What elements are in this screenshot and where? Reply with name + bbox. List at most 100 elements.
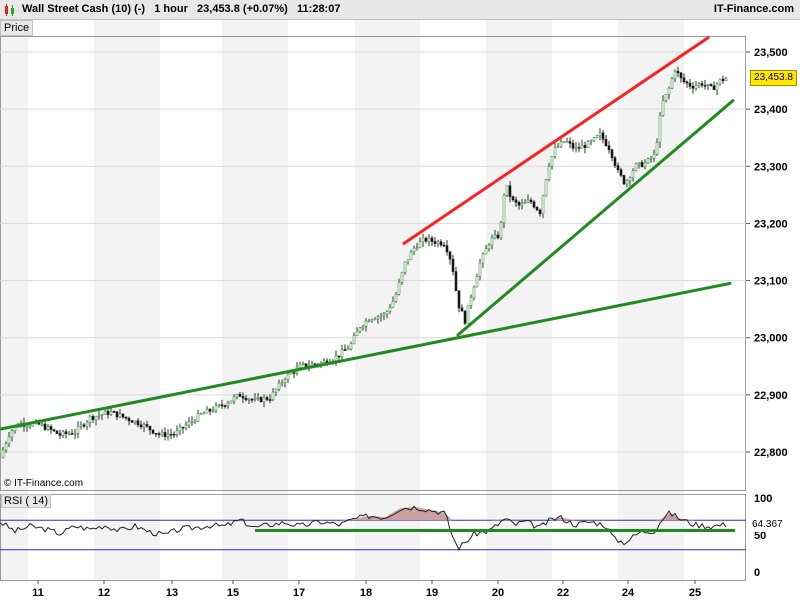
candle-up <box>634 163 638 171</box>
price-tick-label: 22,900 <box>754 390 788 402</box>
candle-down <box>709 84 713 87</box>
time-tick-label: 19 <box>426 587 438 599</box>
candle-up <box>352 335 356 344</box>
candle-down <box>163 432 167 437</box>
candle-down <box>64 431 68 435</box>
candle-up <box>625 180 629 185</box>
candle-up <box>580 145 584 149</box>
candle-down <box>130 420 134 423</box>
candle-down <box>529 199 533 203</box>
brand-label[interactable]: IT-Finance.com <box>714 3 794 15</box>
day-band <box>355 20 420 580</box>
candle-down <box>244 397 248 401</box>
candle-down <box>700 83 704 86</box>
rsi-tick-label: 100 <box>754 493 772 505</box>
candle-down <box>703 85 707 87</box>
time-tick-label: 25 <box>689 587 701 599</box>
candle-down <box>679 72 683 79</box>
candle-down <box>58 433 62 436</box>
candle-up <box>649 157 653 160</box>
candle-down <box>454 271 458 291</box>
candle-up <box>1 449 5 459</box>
candle-up <box>541 195 545 215</box>
candle-down <box>571 142 575 149</box>
candle-up <box>595 135 599 138</box>
candle-down <box>622 175 626 185</box>
candle-up <box>73 433 77 435</box>
candle-up <box>232 396 236 402</box>
candle-down <box>292 372 296 374</box>
candle-up <box>256 397 260 399</box>
candle-up <box>556 146 560 148</box>
candle-up <box>544 179 548 197</box>
candle-down <box>52 429 56 432</box>
candle-down <box>568 141 572 144</box>
candle-down <box>145 424 149 427</box>
candle-up <box>421 237 425 243</box>
candle-up <box>361 325 365 329</box>
day-band <box>94 20 160 580</box>
candle-down <box>115 411 119 418</box>
candle-up <box>4 443 8 451</box>
candle-down <box>442 244 446 247</box>
candle-up <box>481 253 485 264</box>
candle-up <box>370 319 374 322</box>
candle-up <box>202 412 206 415</box>
candle-up <box>133 420 137 423</box>
candle-up <box>484 248 488 255</box>
candle-down <box>532 201 536 208</box>
candle-down <box>508 185 512 198</box>
candle-up <box>547 165 551 180</box>
candle-up <box>190 420 194 423</box>
candle-up <box>262 397 266 403</box>
time-axis: 11 12 13 15 17 18 19 20 22 24 25 <box>32 580 701 599</box>
candle-up <box>358 327 362 332</box>
candle-up <box>670 78 674 89</box>
candle-up <box>355 330 359 337</box>
candle-down <box>430 237 434 242</box>
candle-up <box>385 311 389 315</box>
candle-up <box>409 251 413 260</box>
candle-up <box>427 237 431 242</box>
candle-up <box>175 430 179 435</box>
candle-down <box>139 424 143 428</box>
candle-down <box>424 237 428 242</box>
time-tick-label: 12 <box>98 587 110 599</box>
candle-down <box>511 196 515 201</box>
candle-up <box>526 199 530 203</box>
price-tick-label: 23,200 <box>754 218 788 230</box>
candle-down <box>538 209 542 215</box>
candle-down <box>583 145 587 148</box>
candle-up <box>598 132 602 137</box>
price-tick-label: 23,100 <box>754 276 788 288</box>
candle-down <box>220 404 224 407</box>
candle-down <box>685 81 689 84</box>
candle-up <box>178 426 182 431</box>
candle-up <box>322 360 326 363</box>
candle-down <box>55 430 59 434</box>
candle-down <box>172 433 176 436</box>
candle-up <box>397 282 401 295</box>
candle-up <box>487 244 491 250</box>
candle-up <box>559 141 563 147</box>
candle-up <box>706 84 710 86</box>
candle-down <box>91 416 95 420</box>
candle-up <box>673 70 677 79</box>
candle-down <box>439 241 443 246</box>
day-band <box>486 20 552 580</box>
candle-down <box>601 132 605 140</box>
candle-down <box>577 147 581 149</box>
candlestick-icon <box>5 4 14 16</box>
candle-down <box>238 393 242 397</box>
candle-down <box>616 165 620 171</box>
candle-up <box>88 416 92 423</box>
time-tick-label: 22 <box>557 587 569 599</box>
candle-up <box>103 410 107 415</box>
time-tick-label: 15 <box>227 587 239 599</box>
candle-up <box>364 320 368 327</box>
price-axis: 22,800 22,900 23,000 23,100 23,200 23,300 23,4… <box>746 47 788 459</box>
candle-down <box>148 425 152 431</box>
candle-up <box>280 382 284 384</box>
price-tick-label: 23,300 <box>754 161 788 173</box>
candle-down <box>676 70 680 74</box>
